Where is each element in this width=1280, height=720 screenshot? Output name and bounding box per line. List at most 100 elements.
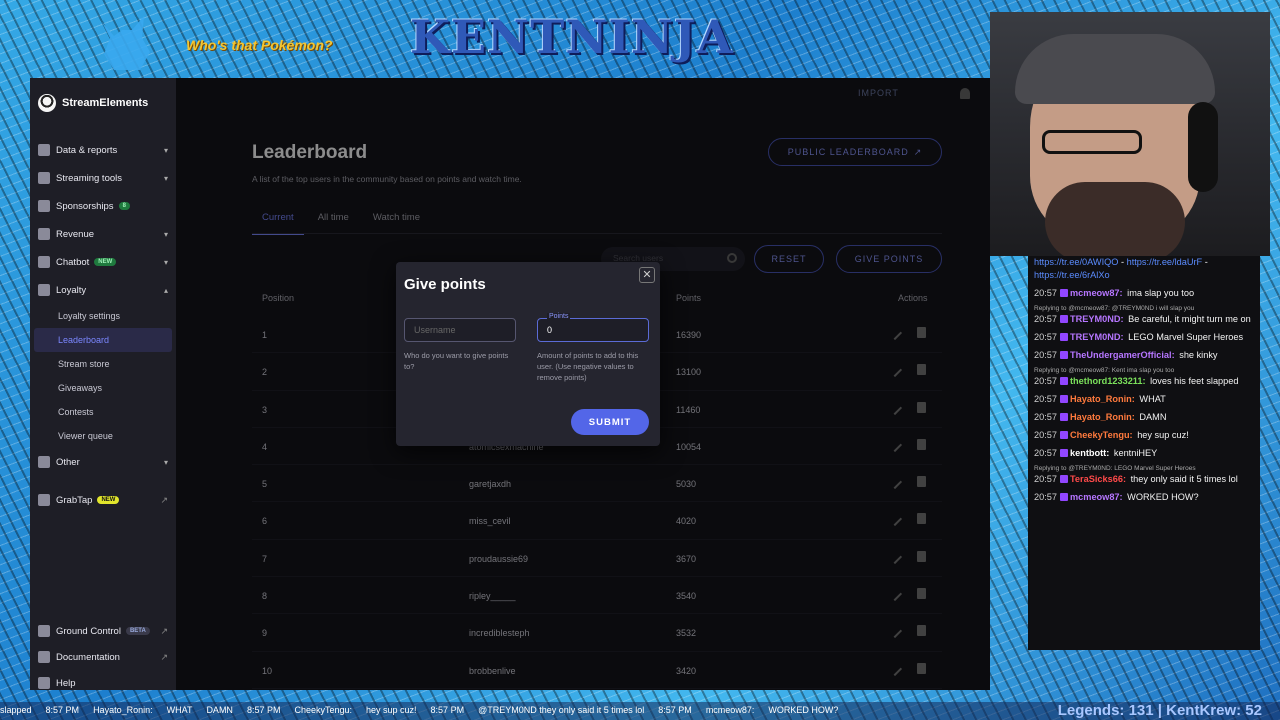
chat-reply-context: Replying to @mcmeow87: @TREYM0ND i will …: [1034, 305, 1195, 312]
sidebar-item-label: Ground Control: [56, 625, 121, 637]
sidebar-item-other[interactable]: Other ▾: [30, 448, 176, 476]
chat-time: 20:57: [1034, 492, 1057, 502]
badge-icon: [1060, 289, 1068, 297]
chat-panel: https://tr.ee/0AWIQO - https://tr.ee/lda…: [1028, 256, 1260, 650]
sidebar-item-label: Other: [56, 456, 80, 468]
sidebar-subitem-giveaways[interactable]: Giveaways: [30, 376, 176, 400]
chat-message: 20:57 Hayato_Ronin: WHAT: [1034, 393, 1254, 406]
sidebar-bottom: Ground Control BETA ↗ Documentation ↗ He…: [30, 618, 176, 690]
sidebar-item-label: Sponsorships: [56, 200, 114, 212]
chat-link-line: https://tr.ee/0AWIQO - https://tr.ee/lda…: [1034, 257, 1208, 280]
chat-message: 20:57 TREYM0ND: LEGO Marvel Super Heroes: [1034, 331, 1254, 344]
help-icon: [38, 677, 50, 689]
chat-message: 20:57 TheUndergamerOfficial: she kinky: [1034, 349, 1254, 362]
close-icon[interactable]: ✕: [639, 267, 655, 283]
chat-reply-context: Replying to @mcmeow87: Kent ima slap you…: [1034, 367, 1175, 374]
channel-title: KENTNINJA: [410, 10, 734, 64]
sidebar-item-streaming-tools[interactable]: Streaming tools ▾: [30, 164, 176, 192]
chevron-down-icon: ▾: [163, 229, 168, 239]
chat-link[interactable]: https://tr.ee/ldaUrF: [1127, 257, 1203, 267]
ticker-item: 8:57 PM: [658, 705, 692, 715]
sidebar-item-loyalty[interactable]: Loyalty ▴: [30, 276, 176, 304]
badge-icon: [1060, 449, 1068, 457]
ticker-item: WORKED HOW?: [768, 705, 839, 715]
chat-username[interactable]: TREYM0ND:: [1070, 332, 1124, 342]
chat-reply-context: Replying to @TREYM0ND: LEGO Marvel Super…: [1034, 465, 1196, 472]
badge-icon: [1060, 431, 1068, 439]
ticker-item: 8:57 PM: [246, 705, 281, 715]
headset-icon: [1188, 102, 1218, 192]
star-icon: [38, 200, 50, 212]
sidebar-subitem-stream-store[interactable]: Stream store: [30, 352, 176, 376]
chat-username[interactable]: Hayato_Ronin:: [1070, 394, 1135, 404]
chat-text: WHAT: [1139, 394, 1166, 404]
chat-message: 20:57 CheekyTengu: hey sup cuz!: [1034, 429, 1254, 442]
username-input[interactable]: Username: [404, 318, 516, 342]
sidebar-item-sponsorships[interactable]: Sponsorships 8: [30, 192, 176, 220]
badge-icon: [1060, 333, 1068, 341]
modal-title: Give points: [404, 276, 486, 293]
chat-username[interactable]: kentbott:: [1070, 448, 1109, 458]
sidebar-subitem-leaderboard[interactable]: Leaderboard: [34, 328, 172, 352]
chat-text: she kinky: [1179, 350, 1218, 360]
ticker-item: mcmeow87:: [705, 705, 755, 715]
ticker-item: hey sup cuz!: [366, 705, 417, 715]
chat-time: 20:57: [1034, 394, 1057, 404]
chat-time: 20:57: [1034, 350, 1057, 360]
dollar-icon: [38, 228, 50, 240]
chevron-up-icon: ▴: [163, 285, 168, 295]
sidebar-item-revenue[interactable]: Revenue ▾: [30, 220, 176, 248]
streamelements-logo-icon: [38, 94, 56, 112]
sidebar-subitem-contests[interactable]: Contests: [30, 400, 176, 424]
sidebar-subitem-loyalty-settings[interactable]: Loyalty settings: [30, 304, 176, 328]
chat-time: 20:57: [1034, 430, 1057, 440]
sidebar-nav: Data & reports ▾ Streaming tools ▾ Spons…: [30, 136, 176, 514]
sidebar-item-chatbot[interactable]: Chatbot NEW ▾: [30, 248, 176, 276]
chat-link[interactable]: https://tr.ee/6rAlXo: [1034, 270, 1110, 280]
chat-link[interactable]: https://tr.ee/0AWIQO: [1034, 257, 1118, 267]
chart-icon: [38, 144, 50, 156]
sidebar-item-data-reports[interactable]: Data & reports ▾: [30, 136, 176, 164]
streamer-cap: [1015, 34, 1215, 104]
chat-text: Be careful, it might turn me on: [1128, 314, 1251, 324]
badge-icon: [1060, 493, 1068, 501]
beta-badge: BETA: [125, 627, 150, 635]
chat-message: 20:57 Hayato_Ronin: DAMN: [1034, 411, 1254, 424]
sidebar-subitem-viewer-queue[interactable]: Viewer queue: [30, 424, 176, 448]
badge-icon: [1060, 475, 1068, 483]
sidebar-item-grabtap[interactable]: GrabTap NEW ↗: [30, 486, 176, 514]
chat-message: 20:57 mcmeow87: WORKED HOW?: [1034, 491, 1254, 504]
chat-username[interactable]: TheUndergamerOfficial:: [1070, 350, 1175, 360]
sidebar-item-label: Chatbot: [56, 256, 90, 268]
chevron-down-icon: ▾: [163, 457, 168, 467]
points-input[interactable]: 0: [537, 318, 649, 342]
sidebar-item-help[interactable]: Help: [30, 670, 176, 690]
chat-username[interactable]: thethord1233211:: [1070, 376, 1146, 386]
external-link-icon: ↗: [160, 651, 168, 662]
badge-icon: [1060, 351, 1068, 359]
submit-button[interactable]: SUBMIT: [571, 409, 649, 435]
new-badge: NEW: [94, 258, 117, 266]
sidebar-item-documentation[interactable]: Documentation ↗: [30, 644, 176, 670]
streamer-glasses: [1042, 130, 1142, 154]
chat-username[interactable]: Hayato_Ronin:: [1070, 412, 1135, 422]
chat-username[interactable]: TREYM0ND:: [1070, 314, 1124, 324]
loyalty-icon: [38, 284, 50, 296]
chat-username[interactable]: mcmeow87:: [1070, 288, 1123, 298]
chat-text: they only said it 5 times lol: [1130, 474, 1238, 484]
play-icon: [38, 494, 50, 506]
whos-that-pokemon-text: Who's that Pokémon?: [186, 37, 333, 53]
external-link-icon: ↗: [160, 625, 168, 636]
chat-username[interactable]: mcmeow87:: [1070, 492, 1123, 502]
sidebar-item-ground-control[interactable]: Ground Control BETA ↗: [30, 618, 176, 644]
chat-username[interactable]: CheekyTengu:: [1070, 430, 1133, 440]
brand[interactable]: StreamElements: [38, 94, 148, 112]
sidebar: StreamElements Data & reports ▾ Streamin…: [30, 78, 176, 690]
chevron-down-icon: ▾: [163, 173, 168, 183]
ticker-right-counter: Legends: 131 | KentKrew: 52: [1057, 702, 1262, 719]
chat-time: 20:57: [1034, 448, 1057, 458]
chat-text: ima slap you too: [1127, 288, 1195, 298]
username-hint: Who do you want to give points to?: [404, 351, 509, 371]
chat-username[interactable]: TeraSicks66:: [1070, 474, 1126, 484]
ticker-item: 8:57 PM: [45, 705, 80, 715]
